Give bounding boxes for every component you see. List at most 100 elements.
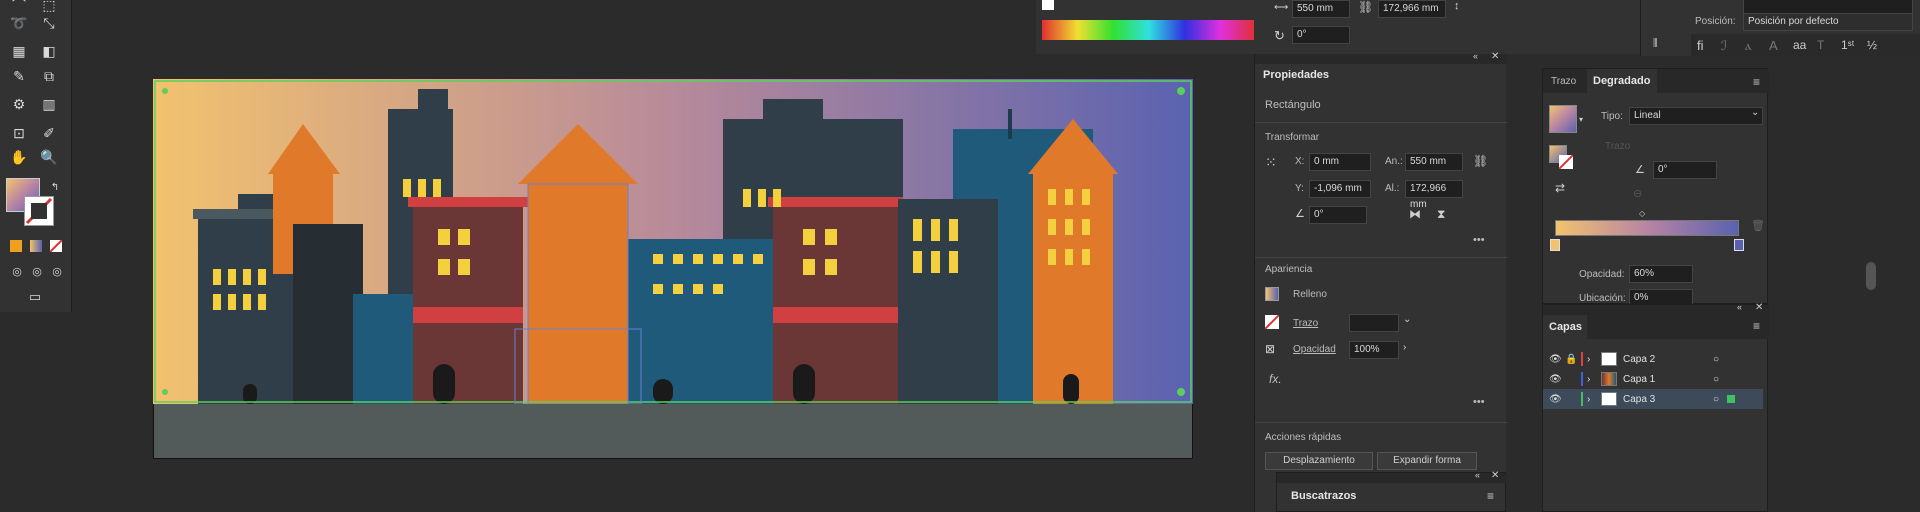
font-field[interactable] [1743, 0, 1913, 14]
menu-icon[interactable]: ≡ [1487, 489, 1494, 503]
more-transform[interactable]: ••• [1473, 234, 1485, 246]
draw-normal-icon[interactable]: ◎ [6, 260, 28, 282]
small-caps-icon[interactable]: aa [1793, 38, 1806, 52]
opacity-label[interactable]: Opacidad [1293, 344, 1336, 355]
none-swatch[interactable] [1042, 0, 1054, 10]
gradient-angle-field[interactable]: 0° [1653, 161, 1717, 179]
top-height-field[interactable]: 172,966 mm [1378, 0, 1446, 18]
layer-name[interactable]: Capa 1 [1623, 374, 1713, 385]
flip-vertical-icon[interactable]: ⧗ [1437, 207, 1445, 222]
reverse-gradient-icon[interactable]: ⇄ [1555, 181, 1565, 195]
x-field[interactable]: 0 mm [1309, 153, 1371, 171]
swap-icon[interactable]: ↰ [44, 176, 66, 198]
gradient-mode-icon[interactable] [30, 240, 42, 252]
contextual-icon[interactable]: T [1817, 38, 1824, 52]
gradient-stroke-swatch[interactable] [1558, 154, 1574, 170]
lasso-tool-icon[interactable]: ➰ [8, 12, 30, 34]
layer-name[interactable]: Capa 2 [1623, 354, 1713, 365]
collapse-icon[interactable]: « [1473, 51, 1478, 61]
draw-inside-icon[interactable]: ◎ [46, 260, 68, 282]
color-stop-start[interactable] [1550, 239, 1560, 251]
w-field[interactable]: 550 mm [1405, 153, 1463, 171]
fill-swatch-small[interactable] [1265, 287, 1279, 301]
tab-gradient[interactable]: Degradado [1587, 69, 1657, 93]
reference-point-icon[interactable]: ⁙ [1265, 154, 1277, 171]
expand-icon[interactable]: › [1587, 374, 1601, 385]
layer-row[interactable]: 👁 🔒 › Capa 2 ○ [1543, 349, 1763, 369]
top-width-field[interactable]: 550 mm [1292, 0, 1350, 18]
fx-button[interactable]: fx. [1269, 372, 1282, 386]
menu-icon[interactable]: ≡ [1753, 75, 1760, 89]
transform-icon[interactable]: ⤡ [38, 12, 60, 34]
visibility-icon[interactable]: 👁 [1549, 394, 1565, 405]
chevron-right-icon[interactable]: › [1403, 342, 1406, 353]
chevron-down-icon[interactable]: ⌄ [1751, 107, 1759, 118]
draw-behind-icon[interactable]: ◎ [26, 260, 48, 282]
midpoint-diamond-icon[interactable]: ◇ [1639, 209, 1645, 218]
stroke-weight-field[interactable] [1349, 314, 1399, 332]
target-icon[interactable]: ○ [1713, 354, 1727, 365]
tab-stroke[interactable]: Trazo [1551, 76, 1576, 87]
expand-icon[interactable]: › [1587, 394, 1601, 405]
trash-icon[interactable]: 🗑 [1751, 219, 1765, 232]
gradient-preview[interactable] [1549, 105, 1577, 133]
city-illustration[interactable] [153, 79, 1193, 404]
screen-mode-icon[interactable]: ▭ [24, 286, 46, 308]
opacity-field[interactable]: 100% [1349, 341, 1399, 359]
tab-layers[interactable]: Capas [1543, 315, 1587, 339]
hand-icon[interactable]: ✋ [8, 146, 30, 168]
expand-shape-button[interactable]: Expandir forma [1377, 452, 1477, 470]
graph-icon[interactable]: ▥ [38, 93, 60, 115]
stroke-label[interactable]: Trazo [1293, 318, 1318, 329]
constrain-icon[interactable]: ⛓ [1473, 154, 1488, 168]
visibility-icon[interactable]: 👁 [1549, 354, 1565, 365]
zoom-icon[interactable]: 🔍 [38, 146, 60, 168]
blend-icon[interactable]: ⧉ [38, 65, 60, 87]
lock-icon[interactable]: 🔒 [1565, 354, 1581, 365]
position-select[interactable]: Posición por defecto [1743, 13, 1913, 31]
tab-properties[interactable]: Propiedades [1255, 64, 1329, 86]
swash-icon[interactable]: ℐ [1721, 38, 1727, 54]
gradient-icon[interactable]: ◧ [38, 40, 60, 62]
top-rotate-field[interactable]: 0° [1292, 26, 1350, 44]
close-icon[interactable]: ✕ [1491, 51, 1499, 62]
tab-pathfinder[interactable]: Buscatrazos [1283, 485, 1367, 507]
stroke-none-swatch[interactable] [1264, 314, 1280, 330]
target-icon[interactable]: ○ [1713, 394, 1727, 405]
chevron-down-icon[interactable]: ⌄ [1403, 314, 1411, 325]
type-select[interactable]: Lineal [1629, 107, 1763, 125]
stylistic-icon[interactable]: ⲁ [1745, 38, 1752, 54]
menu-icon[interactable]: ≡ [1753, 319, 1760, 333]
color-mode-icon[interactable] [10, 240, 22, 252]
chevron-down-icon[interactable]: ▾ [1579, 115, 1583, 124]
flip-horizontal-icon[interactable]: ⧓ [1409, 207, 1421, 221]
symbol-sprayer-icon[interactable]: ⚙ [8, 93, 30, 115]
expand-icon[interactable]: › [1587, 354, 1601, 365]
mesh-icon[interactable]: ▦ [8, 40, 30, 62]
slice-icon[interactable]: ✐ [38, 122, 60, 144]
ordinal-icon[interactable]: 1ˢᵗ [1841, 38, 1854, 52]
collapse-icon[interactable]: « [1475, 470, 1480, 480]
ligature-icon[interactable]: ﬁ [1697, 38, 1704, 53]
fraction-icon[interactable]: ½ [1867, 38, 1877, 52]
stroke-swatch[interactable] [24, 196, 54, 226]
color-stop-end[interactable] [1734, 239, 1744, 251]
selection-indicator[interactable] [1727, 395, 1735, 403]
paragraph-icon[interactable]: ⫼ [1653, 38, 1658, 49]
target-icon[interactable]: ○ [1713, 374, 1727, 385]
close-icon[interactable]: ✕ [1491, 470, 1499, 481]
gradient-slider[interactable] [1555, 220, 1739, 236]
layer-row-selected[interactable]: 👁 › Capa 3 ○ [1543, 389, 1763, 409]
layer-name[interactable]: Capa 3 [1623, 394, 1713, 405]
scrollbar-thumb[interactable] [1866, 262, 1876, 290]
none-mode-icon[interactable] [49, 239, 63, 253]
gradient-opacity-field[interactable]: 60% [1629, 265, 1693, 283]
y-field[interactable]: -1,096 mm [1309, 180, 1371, 198]
visibility-icon[interactable]: 👁 [1549, 374, 1565, 385]
color-spectrum[interactable] [1042, 20, 1256, 40]
offset-path-button[interactable]: Desplazamiento [1265, 452, 1373, 470]
layer-row[interactable]: 👁 › Capa 1 ○ [1543, 369, 1763, 389]
eyedropper-icon[interactable]: ✎ [8, 65, 30, 87]
artboard-icon[interactable]: ⊡ [8, 122, 30, 144]
close-icon[interactable]: ✕ [1755, 302, 1763, 313]
